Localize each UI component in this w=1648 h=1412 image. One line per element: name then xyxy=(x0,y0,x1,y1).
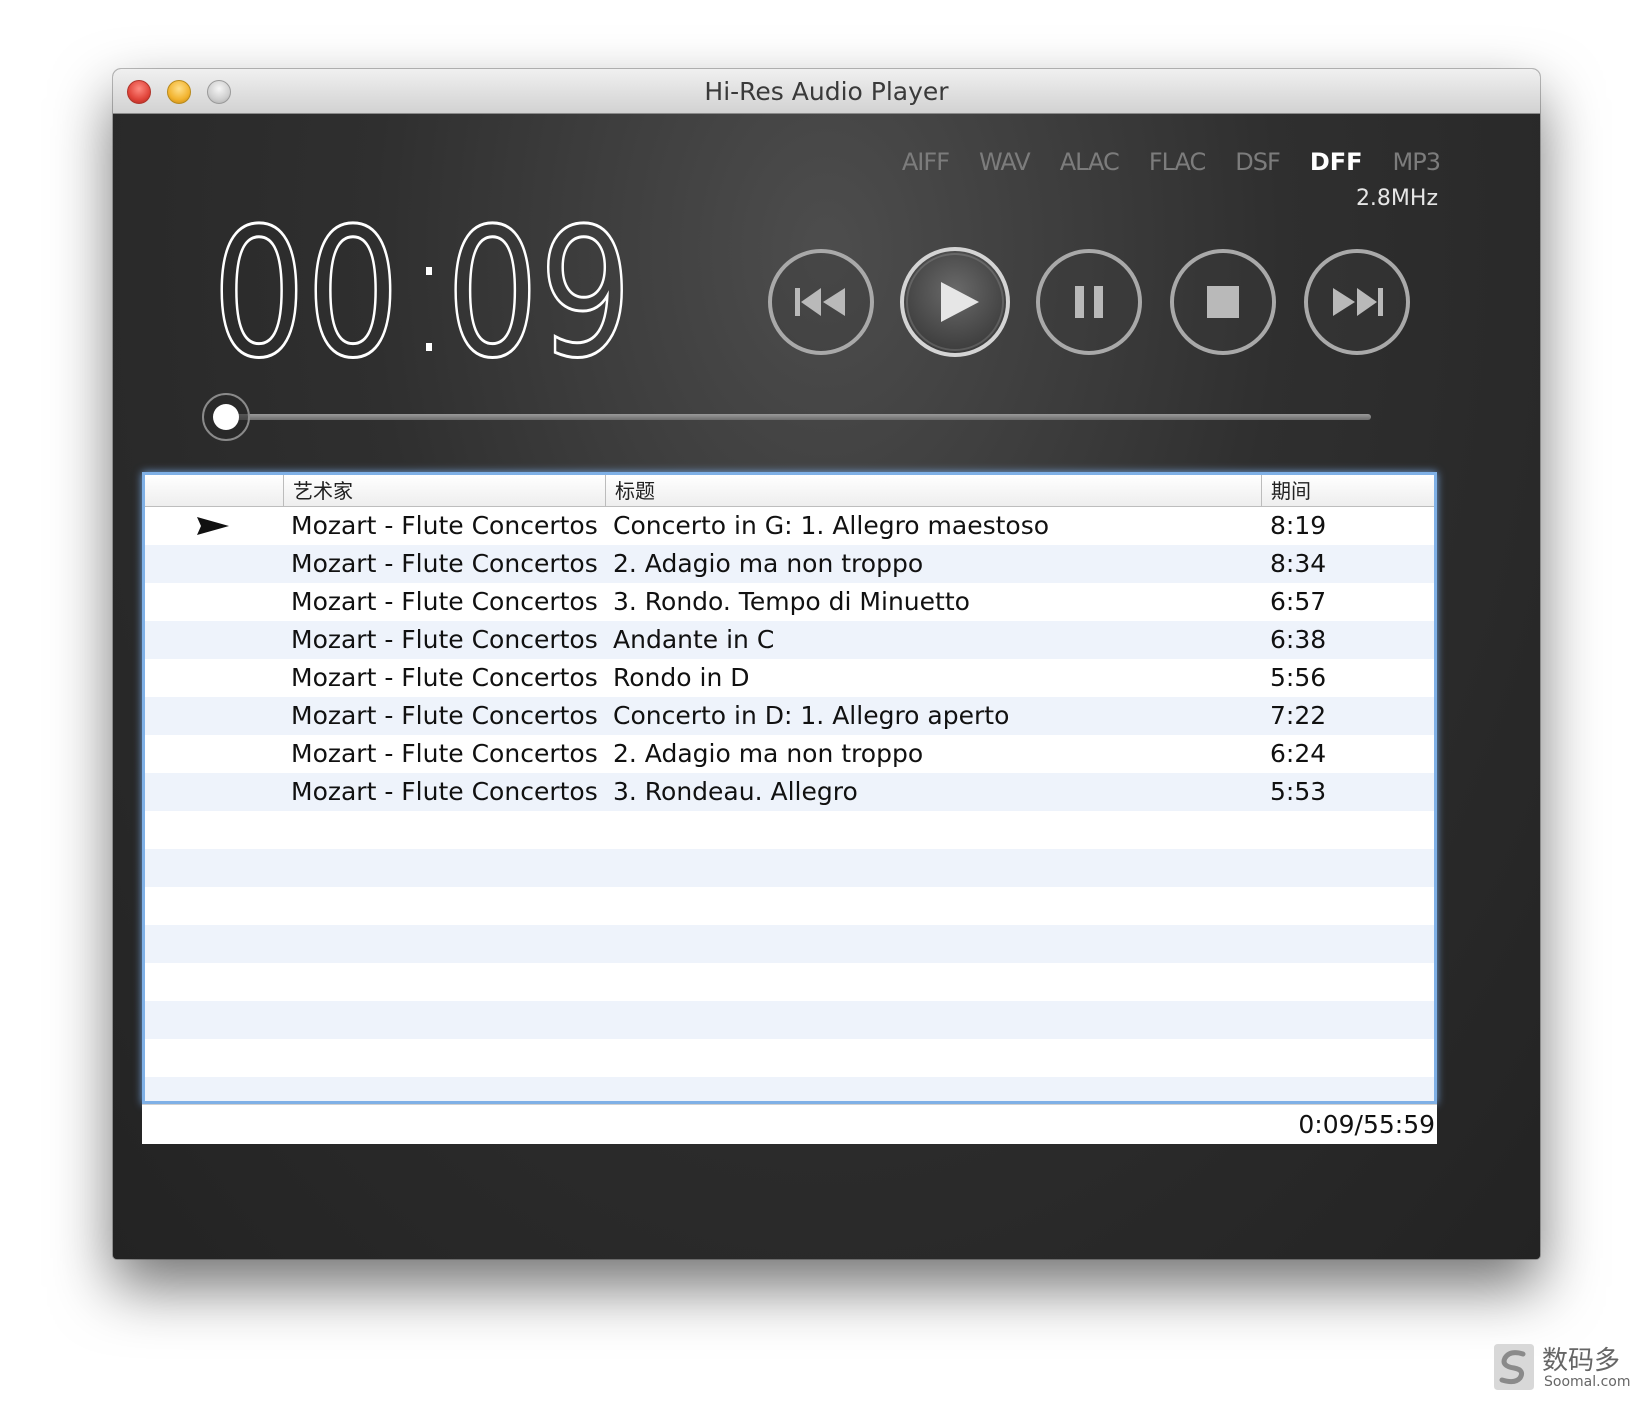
empty-row xyxy=(145,963,1434,1001)
track-duration: 8:34 xyxy=(1270,549,1327,578)
track-title: 2. Adagio ma non troppo xyxy=(613,549,924,578)
track-title: 3. Rondo. Tempo di Minuetto xyxy=(613,587,970,616)
progress-slider[interactable] xyxy=(199,389,1375,445)
transport-controls xyxy=(767,246,1427,360)
track-duration: 8:19 xyxy=(1270,511,1327,540)
title-bar[interactable]: Hi-Res Audio Player xyxy=(113,69,1540,114)
table-row[interactable]: Mozart - Flute Concertos Andante in C 6:38 xyxy=(145,621,1434,659)
watermark-cn: 数码多 xyxy=(1542,1346,1621,1376)
format-aiff: AIFF xyxy=(901,148,950,176)
track-duration: 6:38 xyxy=(1270,625,1327,654)
track-artist: Mozart - Flute Concertos xyxy=(291,549,598,578)
table-header: 艺术家 标题 期间 xyxy=(145,475,1434,507)
window-title: Hi-Res Audio Player xyxy=(704,77,949,106)
watermark-en: Soomal.com xyxy=(1544,1374,1631,1390)
format-list: AIFF WAV ALAC FLAC DSF DFF MP3 xyxy=(901,144,1441,180)
track-artist: Mozart - Flute Concertos xyxy=(291,511,598,540)
column-header-duration[interactable]: 期间 xyxy=(1261,475,1434,507)
track-artist: Mozart - Flute Concertos xyxy=(291,739,598,768)
play-button[interactable] xyxy=(899,246,1011,358)
format-mp3: MP3 xyxy=(1392,148,1441,176)
empty-row xyxy=(145,887,1434,925)
status-bar: 0:09/55:59 xyxy=(142,1104,1437,1144)
timer-minutes: 00 xyxy=(212,209,400,369)
track-artist: Mozart - Flute Concertos xyxy=(291,587,598,616)
track-title: Concerto in D: 1. Allegro aperto xyxy=(613,701,1010,730)
previous-button[interactable] xyxy=(767,248,875,356)
table-row[interactable]: Mozart - Flute Concertos 2. Adagio ma non… xyxy=(145,545,1434,583)
column-header-artist[interactable]: 艺术家 xyxy=(283,475,605,507)
track-title: Andante in C xyxy=(613,625,775,654)
format-alac: ALAC xyxy=(1059,148,1120,176)
watermark: 数码多 Soomal.com xyxy=(1490,1340,1640,1396)
track-title: Rondo in D xyxy=(613,663,750,692)
table-row[interactable]: Mozart - Flute Concertos Concerto in G: 1… xyxy=(145,507,1434,545)
track-artist: Mozart - Flute Concertos xyxy=(291,777,598,806)
track-duration: 6:24 xyxy=(1270,739,1327,768)
track-duration: 5:56 xyxy=(1270,663,1327,692)
table-body: Mozart - Flute Concertos Concerto in G: 1… xyxy=(145,507,1434,1101)
table-row[interactable]: Mozart - Flute Concertos Concerto in D: 1… xyxy=(145,697,1434,735)
column-header-title[interactable]: 标题 xyxy=(605,475,1261,507)
empty-row xyxy=(145,811,1434,849)
track-title: Concerto in G: 1. Allegro maestoso xyxy=(613,511,1050,540)
stop-icon xyxy=(1207,286,1239,318)
next-button[interactable] xyxy=(1303,248,1411,356)
format-flac: FLAC xyxy=(1148,148,1206,176)
track-duration: 5:53 xyxy=(1270,777,1327,806)
timer-seconds: 09 xyxy=(446,209,632,369)
format-wav: WAV xyxy=(979,148,1031,176)
track-duration: 7:22 xyxy=(1270,701,1327,730)
sample-rate: 2.8MHz xyxy=(1355,186,1438,211)
timer-colon-top xyxy=(426,267,432,275)
format-dsf: DSF xyxy=(1235,148,1281,176)
now-playing-icon xyxy=(197,517,229,535)
progress-knob[interactable] xyxy=(202,393,251,441)
track-title: 2. Adagio ma non troppo xyxy=(613,739,924,768)
progress-track[interactable] xyxy=(219,414,1371,420)
table-row[interactable]: Mozart - Flute Concertos 3. Rondo. Tempo … xyxy=(145,583,1434,621)
track-artist: Mozart - Flute Concertos xyxy=(291,625,598,654)
total-time: 0:09/55:59 xyxy=(1298,1110,1435,1139)
track-title: 3. Rondeau. Allegro xyxy=(613,777,858,806)
empty-row xyxy=(145,1077,1434,1101)
app-window: Hi-Res Audio Player AIFF WAV ALAC FLAC DSF DF… xyxy=(113,69,1540,1259)
stop-button[interactable] xyxy=(1169,248,1277,356)
empty-row xyxy=(145,1001,1434,1039)
track-artist: Mozart - Flute Concertos xyxy=(291,701,598,730)
track-artist: Mozart - Flute Concertos xyxy=(291,663,598,692)
table-row[interactable]: Mozart - Flute Concertos Rondo in D 5:56 xyxy=(145,659,1434,697)
format-dff: DFF xyxy=(1309,148,1363,176)
table-row[interactable]: Mozart - Flute Concertos 3. Rondeau. Alle… xyxy=(145,773,1434,811)
watermark-logo-icon xyxy=(1494,1344,1534,1390)
playlist-table[interactable]: 艺术家 标题 期间 Mozart - Flute Concertos Concer… xyxy=(142,472,1437,1104)
elapsed-timer: 00 09 xyxy=(211,209,634,369)
pause-button[interactable] xyxy=(1035,248,1143,356)
timer-colon-bottom xyxy=(426,343,432,351)
track-duration: 6:57 xyxy=(1270,587,1327,616)
empty-row xyxy=(145,849,1434,887)
player-panel: AIFF WAV ALAC FLAC DSF DFF MP3 2.8MHz 00 09 xyxy=(113,114,1540,1259)
empty-row xyxy=(145,925,1434,963)
empty-row xyxy=(145,1039,1434,1077)
table-row[interactable]: Mozart - Flute Concertos 2. Adagio ma non… xyxy=(145,735,1434,773)
